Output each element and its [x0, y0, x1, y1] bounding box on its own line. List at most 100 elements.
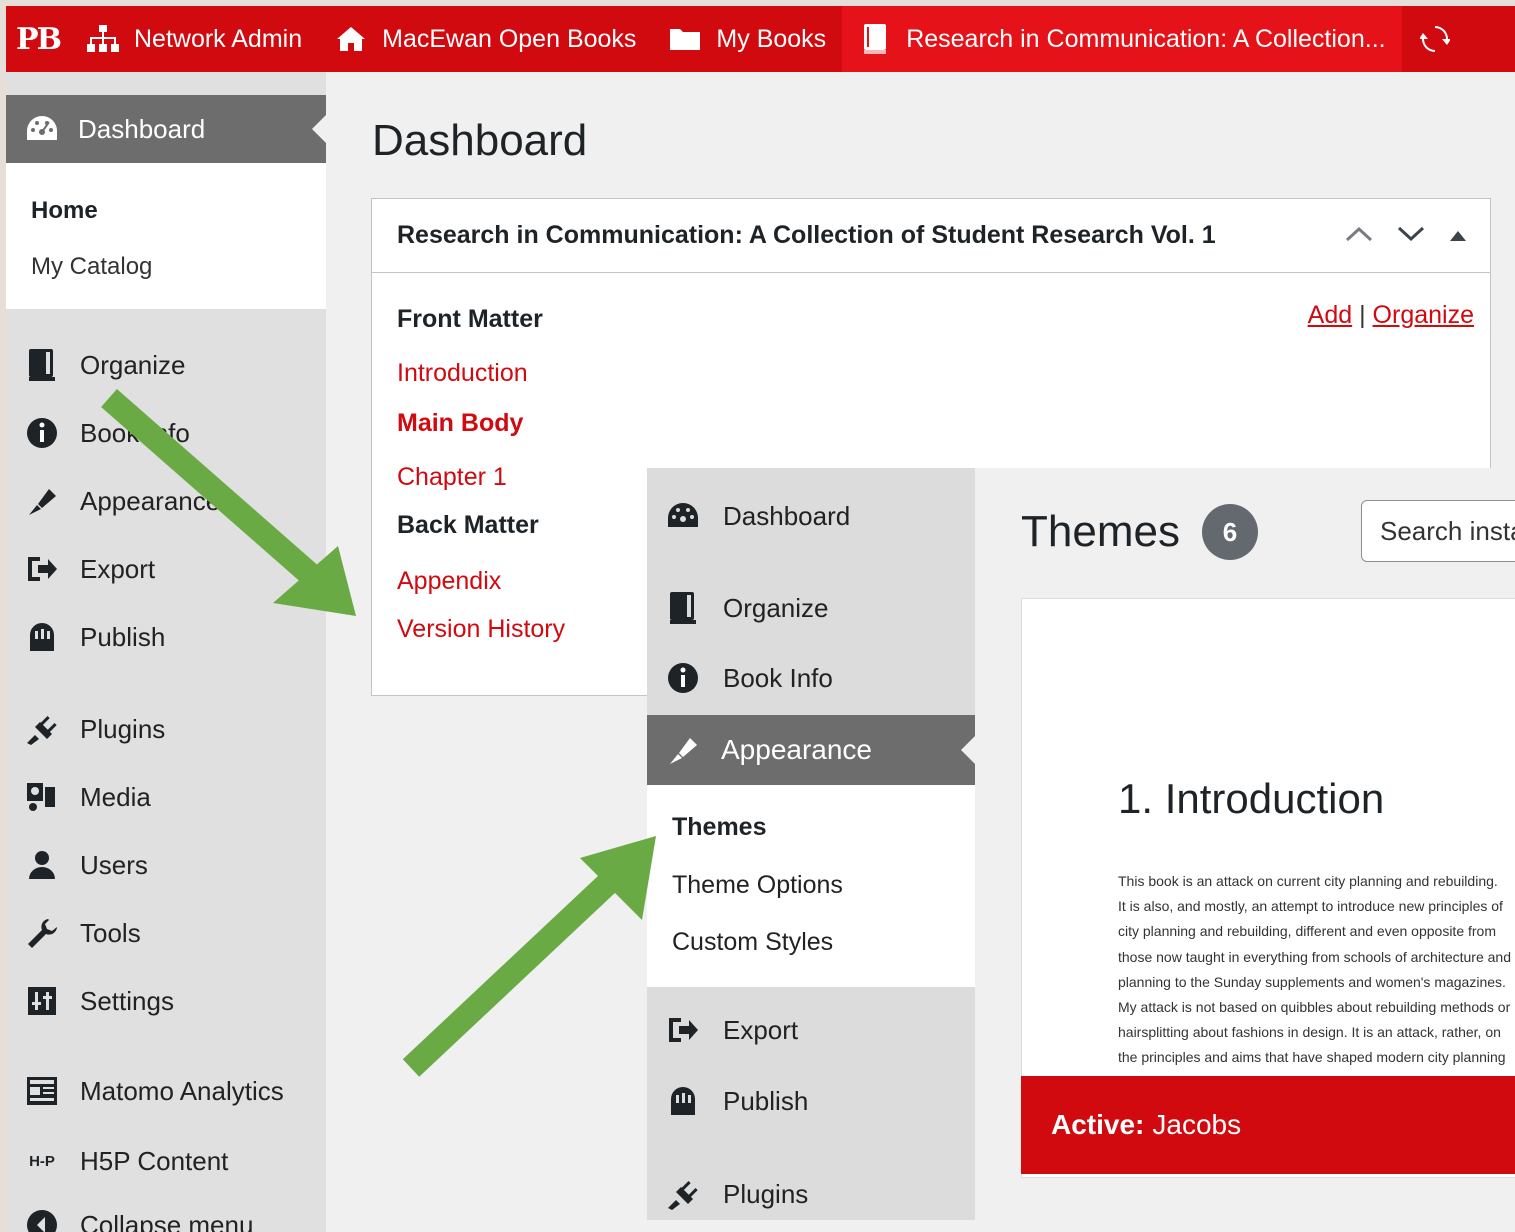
active-theme-name: Jacobs — [1152, 1109, 1242, 1140]
sidebar-item-settings[interactable]: Settings — [6, 983, 326, 1019]
h5p-icon: H-P — [29, 1152, 55, 1170]
overlay-item-book-info[interactable]: Book Info — [647, 660, 975, 696]
widget-links: Add | Organize — [1308, 301, 1474, 330]
sitemap-icon — [86, 22, 120, 56]
adminbar-updates[interactable] — [1402, 6, 1468, 72]
active-label: Active: — [1051, 1109, 1145, 1140]
sidebar-item-users[interactable]: Users — [6, 847, 326, 883]
sidebar-item-media[interactable]: Media — [6, 779, 326, 815]
adminbar-current-book[interactable]: Research in Communication: A Collection.… — [842, 6, 1402, 72]
overlay-item-book-info-label: Book Info — [723, 662, 833, 693]
settings-icon — [24, 983, 60, 1019]
submenu-my-catalog[interactable]: My Catalog — [6, 253, 152, 281]
overlay-item-publish-label: Publish — [723, 1085, 809, 1116]
submenu-themes[interactable]: Themes — [672, 813, 766, 842]
theme-preview-text: This book is an attack on current city p… — [1118, 873, 1511, 1066]
sidebar-item-matomo[interactable]: Matomo Analytics — [6, 1073, 326, 1109]
dashboard-icon — [665, 498, 701, 534]
adminbar-site-home-label: MacEwan Open Books — [382, 24, 637, 53]
info-icon — [665, 660, 701, 696]
overlay-item-organize-label: Organize — [723, 592, 829, 623]
pressbooks-logo[interactable]: PB — [6, 6, 70, 72]
theme-preview-heading: 1. Introduction — [1118, 775, 1385, 822]
overlay-item-appearance-label: Appearance — [721, 734, 873, 765]
sidebar-item-organize-label: Organize — [80, 349, 186, 380]
add-link[interactable]: Add — [1308, 301, 1352, 329]
export-icon — [665, 1012, 701, 1048]
submenu-home[interactable]: Home — [6, 197, 98, 225]
overlay-item-organize[interactable]: Organize — [647, 590, 975, 626]
sidebar-item-tools-label: Tools — [80, 917, 141, 948]
move-up-icon[interactable] — [1344, 221, 1374, 250]
home-icon — [334, 22, 368, 56]
overlay-sidebar: Dashboard Organize Book Info Appearance … — [647, 468, 975, 1220]
link-introduction[interactable]: Introduction — [397, 359, 528, 388]
link-separator: | — [1359, 301, 1366, 329]
overlay-item-plugins-label: Plugins — [723, 1178, 809, 1209]
sidebar-item-matomo-label: Matomo Analytics — [80, 1075, 284, 1106]
sidebar-item-dashboard-label: Dashboard — [78, 113, 206, 144]
arrow-to-themes — [402, 836, 656, 1077]
admin-bar: PB Network Admin MacEwan Open Books My B… — [6, 6, 1515, 72]
sidebar-item-publish-label: Publish — [80, 621, 166, 652]
sidebar-item-settings-label: Settings — [80, 985, 174, 1016]
link-chapter-1[interactable]: Chapter 1 — [397, 463, 507, 492]
sidebar-item-tools[interactable]: Tools — [6, 915, 326, 951]
sidebar-item-plugins[interactable]: Plugins — [6, 711, 326, 747]
move-down-icon[interactable] — [1396, 221, 1426, 250]
adminbar-current-book-label: Research in Communication: A Collection.… — [906, 24, 1386, 53]
wrench-icon — [24, 915, 60, 951]
export-icon — [24, 551, 60, 587]
adminbar-my-books-label: My Books — [716, 24, 827, 53]
toggle-panel-icon[interactable] — [1448, 221, 1468, 250]
overlay-item-export[interactable]: Export — [647, 1012, 975, 1048]
sidebar-item-dashboard[interactable]: Dashboard — [6, 95, 326, 163]
search-themes-input[interactable]: Search installed themes... — [1361, 500, 1515, 562]
sidebar-item-h5p-label: H5P Content — [80, 1145, 229, 1176]
adminbar-site-home[interactable]: MacEwan Open Books — [318, 6, 652, 72]
widget-title: Research in Communication: A Collection … — [397, 221, 1216, 249]
section-back-matter: Back Matter — [397, 511, 539, 539]
brush-icon — [665, 732, 701, 768]
overlay-item-plugins[interactable]: Plugins — [647, 1176, 975, 1212]
widget-controls — [1344, 221, 1468, 250]
overlay-item-appearance[interactable]: Appearance — [647, 715, 975, 785]
submenu-custom-styles[interactable]: Custom Styles — [672, 928, 833, 957]
analytics-icon — [24, 1073, 60, 1109]
overlay-item-dashboard-label: Dashboard — [723, 500, 851, 531]
sidebar-item-publish[interactable]: Publish — [6, 619, 326, 655]
sidebar-item-book-info[interactable]: Book Info — [6, 415, 326, 451]
sidebar-item-media-label: Media — [80, 781, 151, 812]
adminbar-network-admin-label: Network Admin — [134, 24, 303, 53]
book-icon — [858, 22, 892, 56]
admin-sidebar: Dashboard Home My Catalog Organize Book … — [6, 72, 326, 1232]
themes-count-badge: 6 — [1201, 504, 1258, 560]
sidebar-item-appearance-label: Appearance — [80, 485, 221, 516]
organize-link[interactable]: Organize — [1373, 301, 1474, 329]
sidebar-item-organize[interactable]: Organize — [6, 347, 326, 383]
book-icon — [24, 347, 60, 383]
submenu-theme-options[interactable]: Theme Options — [672, 871, 843, 900]
publish-icon — [665, 1083, 701, 1119]
section-front-matter: Front Matter — [397, 305, 543, 333]
sidebar-collapse-menu[interactable]: Collapse menu — [6, 1207, 326, 1232]
overlay-item-export-label: Export — [723, 1014, 799, 1045]
overlay-item-publish[interactable]: Publish — [647, 1083, 975, 1119]
sidebar-item-export[interactable]: Export — [6, 551, 326, 587]
plugins-icon — [665, 1176, 701, 1212]
adminbar-my-books[interactable]: My Books — [652, 6, 842, 72]
sidebar-submenu: Home My Catalog — [6, 163, 326, 309]
themes-header: Themes 6 — [1021, 504, 1258, 560]
sidebar-item-users-label: Users — [80, 849, 148, 880]
themes-screenshot-overlay: Dashboard Organize Book Info Appearance … — [647, 468, 1515, 1232]
overlay-item-dashboard[interactable]: Dashboard — [647, 498, 975, 534]
section-main-body[interactable]: Main Body — [397, 409, 523, 438]
sidebar-item-appearance[interactable]: Appearance — [6, 483, 326, 519]
link-version-history[interactable]: Version History — [397, 615, 565, 644]
link-appendix[interactable]: Appendix — [397, 567, 501, 596]
sidebar-item-h5p[interactable]: H-P H5P Content — [6, 1143, 326, 1179]
adminbar-network-admin[interactable]: Network Admin — [70, 6, 318, 72]
themes-title: Themes — [1021, 507, 1180, 556]
page-title: Dashboard — [372, 116, 588, 165]
media-icon — [24, 779, 60, 815]
